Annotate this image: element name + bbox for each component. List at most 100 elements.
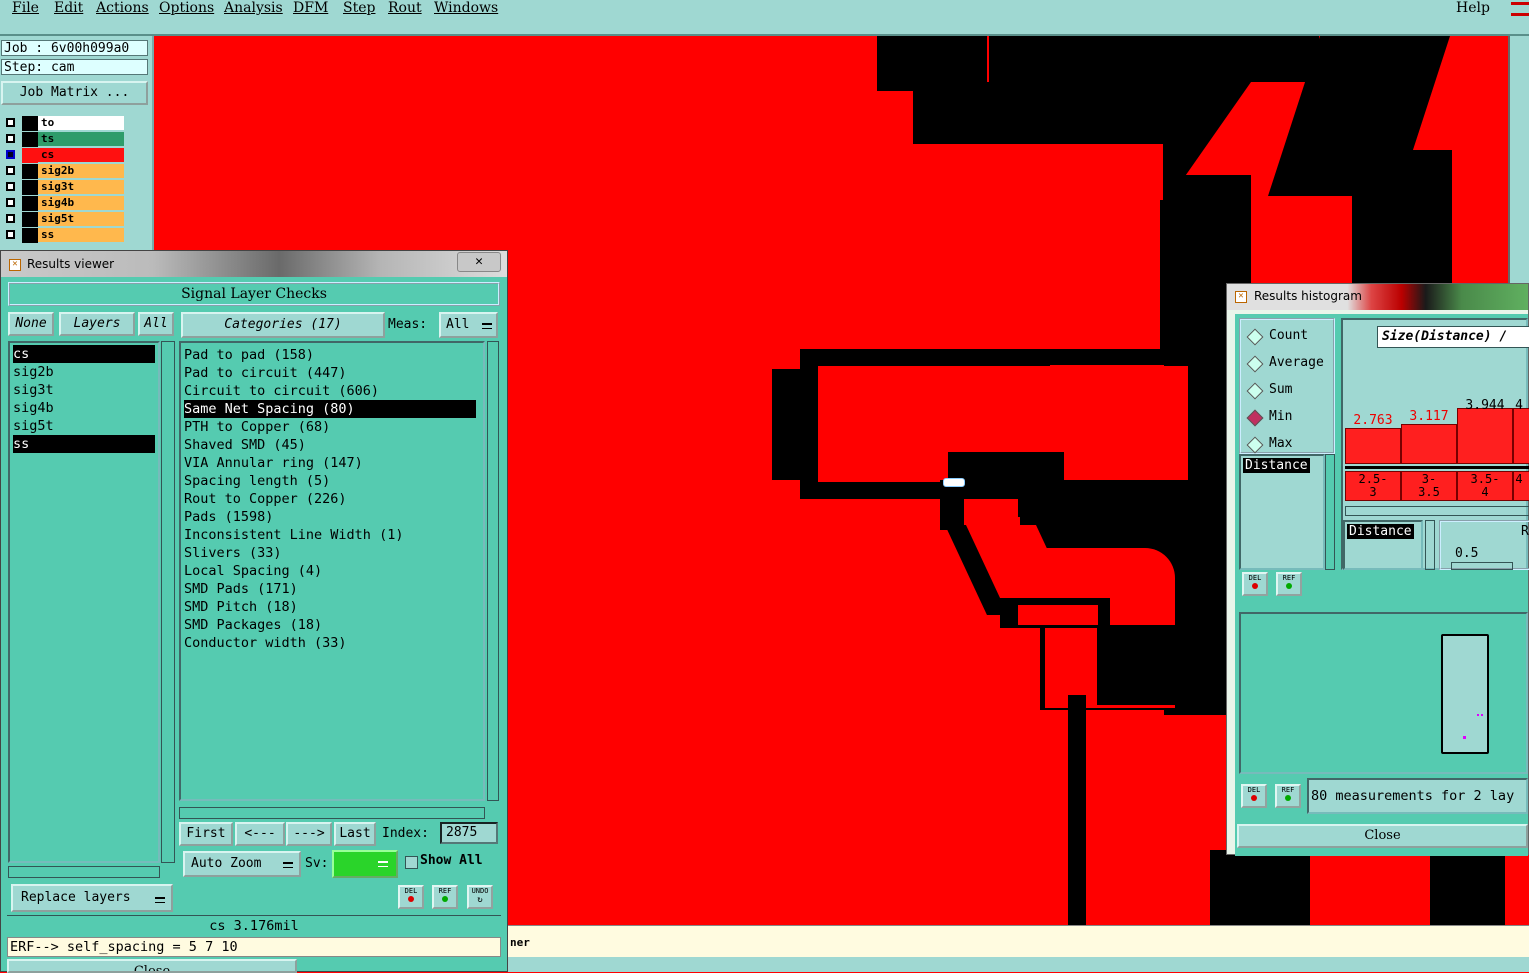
result-layer-list[interactable]: cs sig2b sig3t sig4b sig5t ss <box>8 341 160 863</box>
menu-analysis[interactable]: Analysis <box>224 0 283 16</box>
list-item[interactable]: ss <box>13 435 155 453</box>
sv-color-dropdown[interactable] <box>332 850 398 878</box>
category-item[interactable]: Same Net Spacing (80) <box>184 400 476 418</box>
list-item[interactable]: cs <box>13 345 155 363</box>
category-item[interactable]: SMD Packages (18) <box>184 616 322 634</box>
mode-min[interactable]: Min <box>1241 407 1333 427</box>
histogram-bar[interactable] <box>1513 408 1529 464</box>
mode-max[interactable]: Max <box>1241 434 1333 454</box>
menu-file[interactable]: File <box>12 0 39 16</box>
category-item[interactable]: Circuit to circuit (606) <box>184 382 379 400</box>
first-button[interactable]: First <box>179 822 233 846</box>
x-attribute-list[interactable]: Distance <box>1239 454 1325 570</box>
all-layers-button[interactable]: All <box>138 312 174 336</box>
list-item[interactable]: sig4b <box>13 399 54 417</box>
histogram-bar[interactable] <box>1457 408 1513 464</box>
ref-button[interactable]: REF <box>1275 784 1301 808</box>
auto-zoom-dropdown[interactable]: Auto Zoom <box>183 851 301 877</box>
error-marker-icon[interactable] <box>943 478 965 487</box>
menu-rout[interactable]: Rout <box>388 0 422 16</box>
list-item[interactable]: Distance <box>1243 458 1310 473</box>
category-item[interactable]: SMD Pads (171) <box>184 580 298 598</box>
layer-row-sig2b[interactable]: sig2b <box>4 164 124 179</box>
category-item[interactable]: Pads (1598) <box>184 508 273 526</box>
menu-edit[interactable]: Edit <box>54 0 83 16</box>
list-item[interactable]: sig3t <box>13 381 54 399</box>
layer-row-to[interactable]: to <box>4 116 124 131</box>
categories-list[interactable]: Pad to pad (158) Pad to circuit (447) Ci… <box>179 341 485 801</box>
close-button[interactable]: Close <box>7 959 297 973</box>
layer-checkbox[interactable] <box>6 198 15 207</box>
mode-sum[interactable]: Sum <box>1241 380 1333 400</box>
layer-row-ss[interactable]: ss <box>4 228 124 243</box>
category-item[interactable]: Slivers (33) <box>184 544 282 562</box>
category-item[interactable]: PTH to Copper (68) <box>184 418 330 436</box>
category-item[interactable]: VIA Annular ring (147) <box>184 454 363 472</box>
menu-actions[interactable]: Actions <box>96 0 149 16</box>
show-all-checkbox[interactable] <box>405 856 418 869</box>
layer-checkbox[interactable] <box>6 182 15 191</box>
category-item[interactable]: Shaved SMD (45) <box>184 436 306 454</box>
menu-windows[interactable]: Windows <box>434 0 498 16</box>
chart-hscrollbar[interactable] <box>1345 506 1529 516</box>
ref-button[interactable]: REF <box>432 885 458 909</box>
index-input[interactable]: 2875 <box>440 822 498 844</box>
histogram-titlebar[interactable]: ✕ Results histogram <box>1227 284 1528 310</box>
menu-help[interactable]: Help <box>1456 0 1490 16</box>
list-item[interactable]: sig5t <box>13 417 54 435</box>
list-item[interactable]: sig2b <box>13 363 54 381</box>
undo-button[interactable]: UNDO ↻ <box>467 885 493 909</box>
category-item[interactable]: Pad to circuit (447) <box>184 364 347 382</box>
x-list-scrollbar[interactable] <box>1325 454 1335 570</box>
layer-row-sig4b[interactable]: sig4b <box>4 196 124 211</box>
category-item[interactable]: SMD Pitch (18) <box>184 598 298 616</box>
category-item[interactable]: Conductor width (33) <box>184 634 347 652</box>
job-matrix-button[interactable]: Job Matrix ... <box>1 81 148 105</box>
last-button[interactable]: Last <box>334 822 376 846</box>
meas-dropdown[interactable]: All <box>439 312 498 338</box>
layers-button[interactable]: Layers <box>59 312 135 336</box>
x-field-list[interactable]: Distance <box>1343 520 1423 570</box>
layer-checkbox[interactable] <box>6 166 15 175</box>
results-viewer-titlebar[interactable]: ✕ Results viewer ✕ <box>1 251 507 277</box>
none-button[interactable]: None <box>8 312 54 336</box>
prev-button[interactable]: <--- <box>235 822 285 846</box>
category-item[interactable]: Pad to pad (158) <box>184 346 314 364</box>
mode-count[interactable]: Count <box>1241 326 1333 346</box>
layer-row-cs[interactable]: cs <box>4 148 124 163</box>
command-line[interactable]: ERF--> self_spacing = 5 7 10 <box>7 937 501 957</box>
layer-row-ts[interactable]: ts <box>4 132 124 147</box>
ref-button[interactable]: REF <box>1276 572 1302 596</box>
replace-layers-dropdown[interactable]: Replace layers <box>11 884 173 912</box>
category-item[interactable]: Inconsistent Line Width (1) <box>184 526 403 544</box>
layer-list-vscrollbar[interactable] <box>161 341 175 863</box>
categories-button[interactable]: Categories (17) <box>181 312 385 338</box>
delete-button[interactable]: DEL <box>1241 784 1267 808</box>
layer-row-sig3t[interactable]: sig3t <box>4 180 124 195</box>
x-field-scrollbar[interactable] <box>1425 520 1435 570</box>
mode-average[interactable]: Average <box>1241 353 1333 373</box>
layer-row-sig5t[interactable]: sig5t <box>4 212 124 227</box>
bin-size-slider[interactable]: 0.5 R <box>1439 520 1529 570</box>
category-item[interactable]: Rout to Copper (226) <box>184 490 347 508</box>
delete-button[interactable]: DEL <box>398 885 424 909</box>
categories-vscrollbar[interactable] <box>487 341 499 801</box>
category-item[interactable]: Local Spacing (4) <box>184 562 322 580</box>
histogram-bar[interactable] <box>1401 424 1457 464</box>
layer-checkbox[interactable] <box>6 150 15 159</box>
delete-button[interactable]: DEL <box>1242 572 1268 596</box>
layer-checkbox[interactable] <box>6 134 15 143</box>
close-icon[interactable]: ✕ <box>457 252 501 272</box>
next-button[interactable]: ---> <box>286 822 332 846</box>
list-item[interactable]: Distance <box>1347 524 1414 539</box>
layer-checkbox[interactable] <box>6 118 15 127</box>
menu-dfm[interactable]: DFM <box>293 0 328 16</box>
histogram-bar[interactable] <box>1345 428 1401 464</box>
category-item[interactable]: Spacing length (5) <box>184 472 330 490</box>
categories-hscrollbar[interactable] <box>179 807 485 819</box>
layer-checkbox[interactable] <box>6 214 15 223</box>
close-button[interactable]: Close <box>1237 824 1528 848</box>
menu-options[interactable]: Options <box>159 0 214 16</box>
layer-list-hscrollbar[interactable] <box>8 866 160 878</box>
menu-step[interactable]: Step <box>343 0 375 16</box>
